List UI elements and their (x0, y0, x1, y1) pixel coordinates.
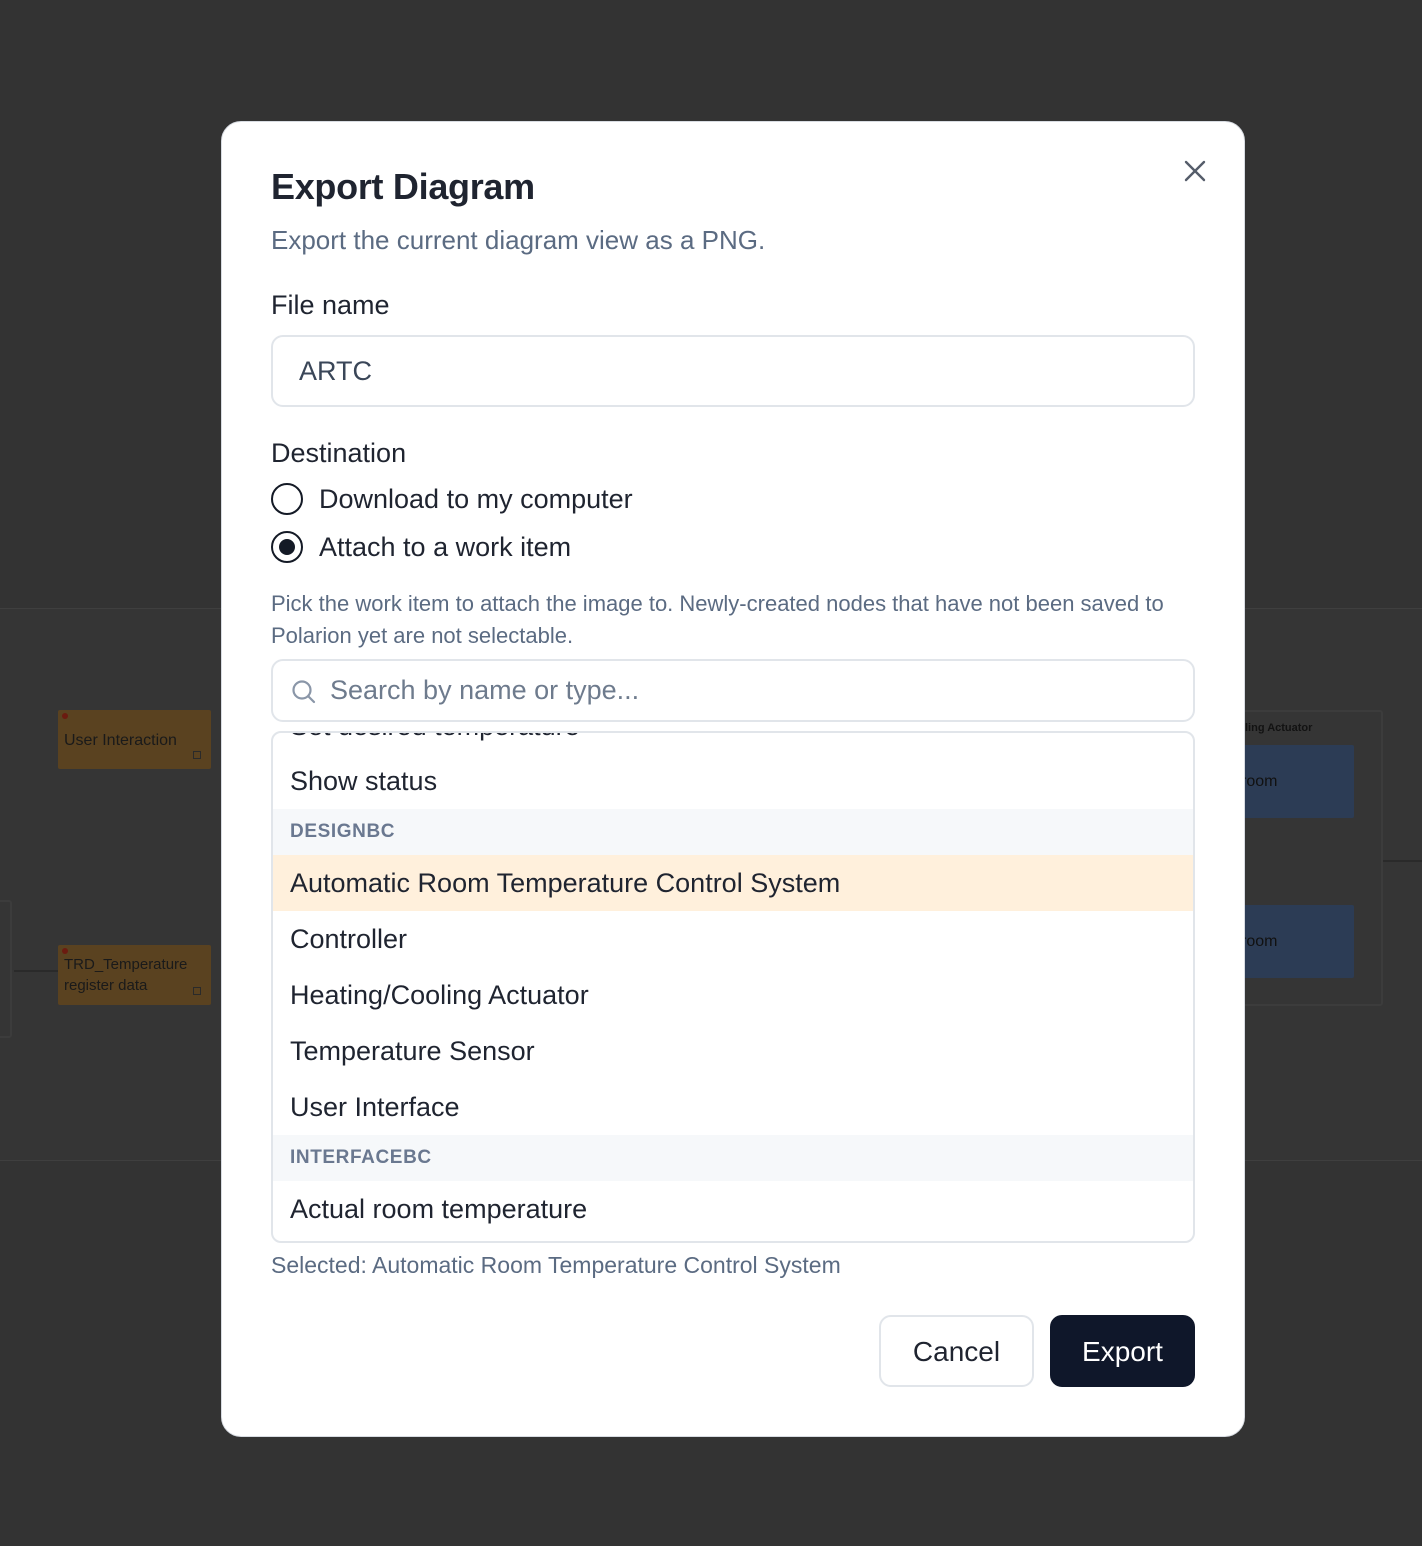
list-item-selected[interactable]: Automatic Room Temperature Control Syste… (273, 855, 1193, 911)
cancel-button[interactable]: Cancel (879, 1315, 1034, 1387)
radio-label[interactable]: Attach to a work item (319, 532, 571, 563)
diagram-node-user-interaction: User Interaction (58, 710, 211, 769)
radio-download[interactable]: Download to my computer (271, 482, 633, 516)
radio-label[interactable]: Download to my computer (319, 484, 633, 515)
work-item-search-input[interactable]: Search by name or type... (271, 659, 1195, 722)
node-marker-icon (62, 713, 68, 719)
diagram-node-trd: TRD_Temperature register data (58, 945, 211, 1005)
dialog-subtitle: Export the current diagram view as a PNG… (271, 225, 766, 255)
diagram-frame-label: ling Actuator (1245, 722, 1313, 734)
radio-button-icon[interactable] (271, 483, 303, 515)
close-icon[interactable] (1180, 156, 1210, 186)
diagram-node-label: room (1241, 933, 1278, 950)
list-item[interactable]: Controller (273, 911, 1193, 967)
list-group-header: DESIGNBC (273, 809, 1193, 855)
list-item[interactable]: Temperature Sensor (273, 1023, 1193, 1079)
diagram-node-label: room (1241, 773, 1278, 790)
list-item-partial[interactable]: Set desired temperature (290, 733, 580, 742)
link-icon (193, 987, 201, 995)
list-item[interactable]: Show status (273, 753, 1193, 809)
dialog-title: Export Diagram (271, 166, 535, 207)
file-name-label: File name (271, 290, 390, 320)
diagram-node-label: User Interaction (64, 732, 177, 749)
list-item[interactable]: Actual room temperature (273, 1181, 1193, 1237)
list-item[interactable]: User Interface (273, 1079, 1193, 1135)
file-name-input[interactable]: ARTC (271, 335, 1195, 407)
radio-button-checked-icon[interactable] (271, 531, 303, 563)
selected-work-item-text: Selected: Automatic Room Temperature Con… (271, 1252, 841, 1278)
help-text: Pick the work item to attach the image t… (271, 591, 1164, 648)
link-icon (193, 751, 201, 759)
radio-attach-work-item[interactable]: Attach to a work item (271, 530, 571, 564)
list-group-header: INTERFACEBC (273, 1135, 1193, 1181)
work-item-list[interactable]: Set desired temperature Show status DESI… (271, 731, 1195, 1243)
diagram-connector (14, 970, 58, 972)
search-icon (292, 680, 316, 704)
node-marker-icon (62, 948, 68, 954)
destination-label: Destination (271, 438, 407, 468)
diagram-frame-left (0, 900, 12, 1038)
export-button[interactable]: Export (1050, 1315, 1195, 1387)
diagram-node-label: TRD_Temperature register data (64, 956, 188, 994)
search-placeholder: Search by name or type... (330, 675, 640, 705)
list-item[interactable]: Heating/Cooling Actuator (273, 967, 1193, 1023)
diagram-connector (1383, 860, 1422, 862)
